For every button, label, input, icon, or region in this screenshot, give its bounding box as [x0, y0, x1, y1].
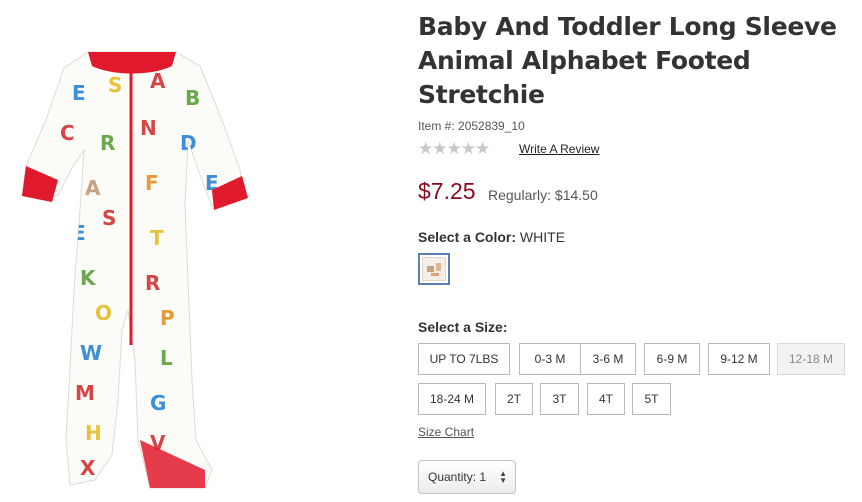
size-option-5t[interactable]: 5T: [632, 383, 671, 415]
svg-text:M: M: [75, 381, 95, 405]
svg-text:K: K: [80, 266, 97, 290]
svg-text:E: E: [72, 81, 86, 105]
size-option-3-6m[interactable]: 3-6 M: [580, 343, 636, 375]
size-option-9-12m[interactable]: 9-12 M: [708, 343, 770, 375]
product-title: Baby And Toddler Long Sleeve Animal Alph…: [418, 12, 837, 109]
color-label-text: Select a Color:: [418, 229, 517, 245]
write-review-link[interactable]: Write A Review: [519, 142, 599, 156]
regular-price: Regularly: $14.50: [488, 187, 598, 203]
product-image: E S A B C R N D A F E E S T K R O P W L …: [21, 51, 248, 489]
svg-text:P: P: [160, 306, 175, 330]
size-option-2t[interactable]: 2T: [495, 383, 533, 415]
svg-text:N: N: [140, 116, 157, 140]
svg-text:R: R: [145, 271, 160, 295]
color-selector-label: Select a Color: WHITE: [418, 229, 565, 245]
svg-text:S: S: [102, 206, 116, 230]
selected-color-value: WHITE: [519, 229, 566, 245]
sale-price: $7.25: [418, 178, 476, 204]
svg-text:L: L: [160, 346, 173, 370]
size-chart-link[interactable]: Size Chart: [418, 425, 474, 439]
svg-text:X: X: [80, 456, 96, 480]
rating-stars: ★★★★★: [418, 139, 490, 158]
svg-text:R: R: [100, 131, 115, 155]
svg-text:W: W: [80, 341, 102, 365]
size-option-3t[interactable]: 3T: [540, 383, 579, 415]
color-swatch-white[interactable]: [418, 253, 450, 285]
size-option-4t[interactable]: 4T: [587, 383, 625, 415]
size-option-0-3m[interactable]: 0-3 M: [519, 343, 581, 375]
quantity-label: Quantity: 1: [428, 470, 487, 484]
svg-text:A: A: [85, 176, 101, 200]
svg-text:B: B: [185, 86, 200, 110]
svg-text:C: C: [60, 121, 75, 145]
swatch-fabric-icon: [422, 257, 446, 281]
size-option-up-to-7lbs[interactable]: UP TO 7LBS: [418, 343, 510, 375]
svg-text:F: F: [145, 171, 159, 195]
svg-text:O: O: [95, 301, 112, 325]
svg-text:H: H: [85, 421, 102, 445]
svg-text:S: S: [108, 73, 122, 97]
fabric-print-icon: [427, 263, 441, 276]
size-option-6-9m[interactable]: 6-9 M: [644, 343, 700, 375]
size-option-18-24m[interactable]: 18-24 M: [418, 383, 486, 415]
svg-text:T: T: [150, 226, 164, 250]
item-number: Item #: 2052839_10: [418, 119, 525, 133]
quantity-select[interactable]: Quantity: 1 ▲ ▼: [418, 460, 516, 494]
size-selector-label: Select a Size:: [418, 319, 508, 335]
svg-text:A: A: [150, 69, 166, 93]
select-arrows-icon: ▲ ▼: [499, 469, 507, 485]
size-option-12-18m[interactable]: 12-18 M: [777, 343, 845, 375]
svg-text:G: G: [150, 391, 166, 415]
